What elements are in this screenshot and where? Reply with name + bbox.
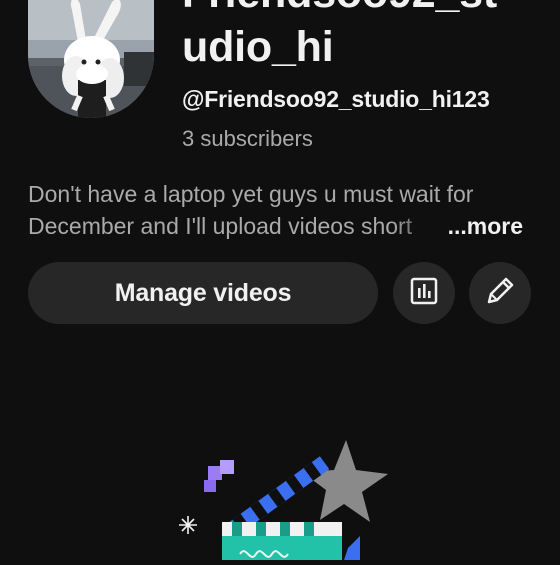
analytics-button[interactable] xyxy=(393,262,455,324)
analytics-icon xyxy=(408,275,440,312)
description-line-1: Don't have a laptop yet guys u must wait… xyxy=(28,181,474,207)
edit-channel-button[interactable] xyxy=(469,262,531,324)
channel-handle: @Friendsoo92_studio_hi123 xyxy=(182,86,490,112)
more-link[interactable]: ...more xyxy=(445,210,523,242)
pencil-icon xyxy=(483,274,517,313)
manage-videos-label: Manage videos xyxy=(114,278,292,307)
description-fade xyxy=(392,210,448,242)
channel-description[interactable]: Don't have a laptop yet guys u must wait… xyxy=(28,178,528,242)
description-line-2-container: December and I'll upload videos short ..… xyxy=(28,210,528,242)
description-line-2: December and I'll upload videos short xyxy=(28,213,413,239)
manage-videos-button[interactable]: Manage videos xyxy=(28,262,378,324)
subscriber-count: 3 subscribers xyxy=(182,126,313,151)
channel-name: Friendsoo92_st udio_hi xyxy=(182,0,497,71)
channel-avatar[interactable] xyxy=(28,0,154,118)
empty-state-illustration xyxy=(160,430,400,565)
